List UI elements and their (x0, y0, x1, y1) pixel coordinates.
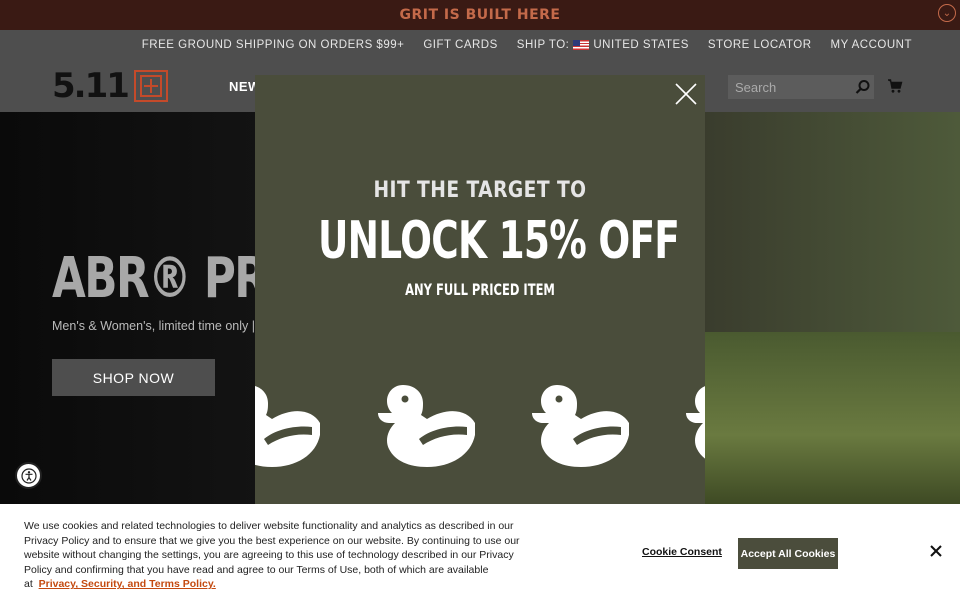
utility-bar: FREE GROUND SHIPPING ON ORDERS $99+ GIFT… (0, 30, 960, 60)
logo-cross-icon (133, 70, 168, 102)
discount-modal: HIT THE TARGET TO UNLOCK 15% OFF ANY FUL… (255, 75, 705, 525)
search-input[interactable] (728, 75, 874, 99)
logo-text: 5.11 (52, 66, 130, 106)
cart-icon[interactable] (887, 78, 903, 94)
duck-target-icon[interactable] (529, 383, 633, 467)
us-flag-icon (573, 40, 590, 50)
cookie-banner: We use cookies and related technologies … (0, 504, 960, 600)
ship-to-country: UNITED STATES (593, 39, 689, 51)
duck-target-icon[interactable] (375, 383, 479, 467)
gift-cards-link[interactable]: GIFT CARDS (423, 39, 497, 51)
shop-now-button[interactable]: SHOP NOW (52, 359, 215, 396)
free-shipping-link[interactable]: FREE GROUND SHIPPING ON ORDERS $99+ (142, 39, 405, 51)
hero-subtitle: Men's & Women's, limited time only | I (52, 319, 262, 333)
search-icon[interactable] (855, 79, 871, 95)
store-locator-link[interactable]: STORE LOCATOR (708, 39, 812, 51)
my-account-link[interactable]: MY ACCOUNT (831, 39, 912, 51)
chevron-down-icon[interactable]: ⌄ (938, 4, 956, 22)
accept-cookies-button[interactable]: Accept All Cookies (738, 538, 838, 569)
ship-to-label: SHIP TO: (516, 39, 570, 51)
accessibility-icon (20, 467, 37, 484)
modal-kicker: HIT THE TARGET TO (373, 178, 587, 203)
modal-subline: ANY FULL PRICED ITEM (405, 280, 555, 299)
close-icon[interactable] (675, 83, 697, 105)
ship-to-selector[interactable]: SHIP TO: UNITED STATES (517, 39, 689, 51)
duck-target-icon[interactable] (683, 383, 705, 467)
promo-text: GRIT IS BUILT HERE (399, 7, 561, 23)
close-icon[interactable] (929, 544, 943, 558)
privacy-policy-link[interactable]: Privacy, Security, and Terms Policy. (39, 578, 216, 590)
promo-banner: GRIT IS BUILT HERE ⌄ (0, 0, 960, 30)
duck-target-icon[interactable] (255, 383, 324, 467)
cookie-consent-link[interactable]: Cookie Consent (642, 546, 722, 558)
modal-headline: UNLOCK 15% OFF (318, 211, 680, 271)
brand-logo[interactable]: 5.11 (52, 69, 168, 103)
cookie-text: We use cookies and related technologies … (24, 519, 524, 592)
accessibility-button[interactable] (15, 462, 42, 489)
